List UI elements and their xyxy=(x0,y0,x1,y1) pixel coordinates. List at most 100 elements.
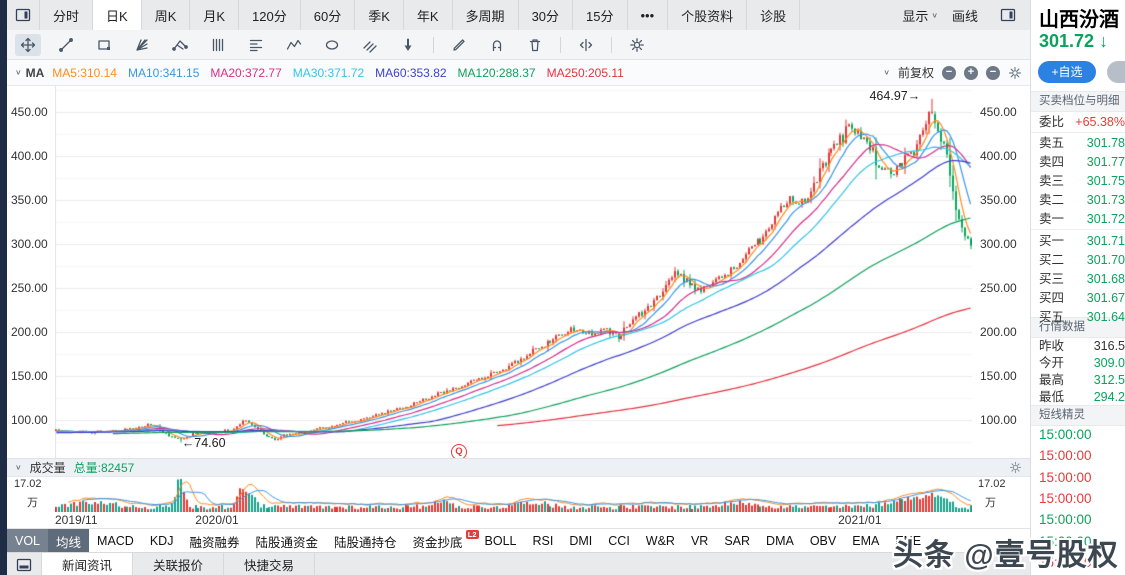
chart-settings-gear-icon[interactable] xyxy=(1008,66,1022,80)
collapse-icon[interactable]: − xyxy=(986,65,1000,80)
period-tab-季K[interactable]: 季K xyxy=(355,0,404,30)
toolbar-divider xyxy=(433,36,434,53)
bottom-tab-快捷交易[interactable]: 快捷交易 xyxy=(224,553,316,575)
alert-time-row[interactable]: 15:00:00 xyxy=(1031,509,1125,530)
gann-fan-tool-icon[interactable] xyxy=(129,34,155,56)
period-tab-个股资料[interactable]: 个股资料 xyxy=(668,0,748,30)
fib-levels-tool-icon[interactable] xyxy=(243,34,269,56)
period-tab-•••[interactable]: ••• xyxy=(628,0,669,30)
price-tick-right: 200.00 xyxy=(980,325,1017,339)
ma-legend-item: MA120:288.37 xyxy=(457,65,536,80)
adjust-mode-dropdown[interactable]: 前复权 xyxy=(898,64,934,81)
wave-tool-icon[interactable] xyxy=(281,34,307,56)
volume-chart-canvas[interactable] xyxy=(55,477,972,512)
arrow-down-tool-icon[interactable] xyxy=(395,34,421,56)
bid-row-2-value: 301.70 xyxy=(1086,253,1125,267)
zoom-in-icon[interactable]: + xyxy=(964,65,978,80)
settings-tool-icon[interactable] xyxy=(624,34,650,56)
split-view-tool-icon[interactable] xyxy=(573,34,599,56)
ask-row-5-label: 卖五 xyxy=(1039,136,1065,150)
alert-time-row[interactable]: 15:00:00 xyxy=(1031,424,1125,445)
volume-settings-gear-icon[interactable] xyxy=(1009,461,1022,474)
draw-line-button[interactable]: 画线 xyxy=(952,6,978,25)
vertical-lines-tool-icon[interactable] xyxy=(205,34,231,56)
secondary-button-clipped[interactable] xyxy=(1107,61,1125,83)
panel-toggle-bottom-icon[interactable] xyxy=(7,553,42,575)
indicator-tab-VR[interactable]: VR xyxy=(683,529,716,553)
indicator-tab-融资融券[interactable]: 融资融券 xyxy=(181,529,247,553)
indicator-tab-OBV[interactable]: OBV xyxy=(802,529,844,553)
candlestick-chart-canvas[interactable] xyxy=(55,86,972,458)
panel-toggle-left-icon[interactable] xyxy=(7,0,40,30)
magnet-tool-icon[interactable] xyxy=(484,34,510,56)
period-tab-分时[interactable]: 分时 xyxy=(40,0,94,30)
indicator-tab-CCI[interactable]: CCI xyxy=(600,529,638,553)
trend-line-tool-icon[interactable] xyxy=(53,34,79,56)
indicator-tab-EMA[interactable]: EMA xyxy=(844,529,887,553)
indicator-tab-陆股通资金[interactable]: 陆股通资金 xyxy=(247,529,326,553)
indicator-tabs: VOL 均线 MACD KDJ 融资融券 陆股通资金 陆股通持仓 资金抄底 L2 BOLL RSI D… xyxy=(7,528,1030,553)
indicator-tab-均线[interactable]: 均线 xyxy=(48,529,90,553)
quote-panel: 山西汾酒 301.72 ↓ +自选 买卖档位与明细 行情数据 短线精灵 委比 +6… xyxy=(1030,0,1125,575)
indicator-tab-KDJ[interactable]: KDJ xyxy=(142,529,182,553)
display-dropdown[interactable]: 显示 ∨ xyxy=(902,6,938,25)
bottom-tab-新闻资讯[interactable]: 新闻资讯 xyxy=(42,553,134,575)
parallel-lines-tool-icon[interactable] xyxy=(357,34,383,56)
period-tab-60分[interactable]: 60分 xyxy=(301,0,356,30)
alert-time-row[interactable]: 15:00:00 xyxy=(1031,488,1125,509)
period-tab-年K[interactable]: 年K xyxy=(404,0,453,30)
chevron-down-icon: ∨ xyxy=(931,10,938,19)
indicator-tab-MACD[interactable]: MACD xyxy=(89,529,142,553)
period-tab-120分[interactable]: 120分 xyxy=(239,0,301,30)
collapse-chevron-icon[interactable]: ∨ xyxy=(15,68,22,77)
indicator-tab-陆股通持仓[interactable]: 陆股通持仓 xyxy=(326,529,405,553)
indicator-tab-DMI[interactable]: DMI xyxy=(561,529,600,553)
period-tab-诊股[interactable]: 诊股 xyxy=(747,0,801,30)
ask-row-2-value: 301.73 xyxy=(1086,193,1125,207)
period-tab-多周期[interactable]: 多周期 xyxy=(453,0,519,30)
period-tab-30分[interactable]: 30分 xyxy=(519,0,574,30)
panel-toggle-right-icon[interactable] xyxy=(992,7,1024,23)
period-tab-日K[interactable]: 日K xyxy=(93,0,142,30)
indicator-tab-W&R[interactable]: W&R xyxy=(638,529,683,553)
period-tab-周K[interactable]: 周K xyxy=(142,0,191,30)
zoom-out-icon[interactable]: − xyxy=(942,65,956,80)
indicator-tab-资金抄底[interactable]: 资金抄底 L2 xyxy=(405,529,479,553)
price-tick-left: 150.00 xyxy=(11,369,48,383)
bottom-nav: 新闻资讯 关联报价 快捷交易 xyxy=(7,552,1030,575)
price-tick-right: 350.00 xyxy=(980,193,1017,207)
time-axis-label: 2021/01 xyxy=(838,513,882,527)
indicator-tab-DMA[interactable]: DMA xyxy=(758,529,802,553)
bid-row-2-label: 买二 xyxy=(1039,253,1065,267)
period-tab-月K[interactable]: 月K xyxy=(190,0,240,30)
trash-tool-icon[interactable] xyxy=(522,34,548,56)
collapse-chevron-icon[interactable]: ∨ xyxy=(15,463,22,472)
period-toolbar: 分时 日K 周K 月K 120分 60分 季K 年K 多周期 30分 15分 ••• 个股资料 诊股 显示… xyxy=(7,0,1030,31)
move-tool-icon[interactable] xyxy=(15,33,41,56)
display-label: 显示 xyxy=(902,8,929,24)
pitchfork-tool-icon[interactable] xyxy=(167,34,193,56)
quote-value: 294.2 xyxy=(1093,390,1125,404)
ma-row-right-group: ∨ 前复权 − + − xyxy=(883,64,1022,81)
bottom-tab-关联报价[interactable]: 关联报价 xyxy=(133,553,225,575)
indicator-tab-VOL[interactable]: VOL xyxy=(7,529,49,553)
indicator-tab-RSI[interactable]: RSI xyxy=(525,529,562,553)
rectangle-tool-icon[interactable] xyxy=(91,34,117,56)
toolbar-divider xyxy=(560,36,561,53)
ask-row-1: 卖一 301.72 xyxy=(1031,210,1125,230)
order-book-header: 买卖档位与明细 xyxy=(1031,91,1125,112)
add-watchlist-button[interactable]: +自选 xyxy=(1038,61,1096,83)
ellipse-tool-icon[interactable] xyxy=(319,34,345,56)
indicator-tab-SAR[interactable]: SAR xyxy=(716,529,758,553)
pencil-tool-icon[interactable] xyxy=(446,34,472,56)
period-tab-15分[interactable]: 15分 xyxy=(573,0,628,30)
alert-time-row[interactable]: 15:00:00 xyxy=(1031,467,1125,488)
ask-row-3-value: 301.75 xyxy=(1086,174,1125,188)
indicator-tab-BOLL[interactable]: BOLL xyxy=(477,529,525,553)
price-tick-right: 100.00 xyxy=(980,413,1017,427)
price-tick-left: 350.00 xyxy=(11,193,48,207)
stock-app-window: 分时 日K 周K 月K 120分 60分 季K 年K 多周期 30分 15分 ••• 个股资料 诊股 显示… xyxy=(0,0,1125,575)
price-tick-left: 300.00 xyxy=(11,237,48,251)
alert-time-row[interactable]: 15:00:00 xyxy=(1031,445,1125,466)
price-down-arrow-icon: ↓ xyxy=(1099,31,1109,51)
